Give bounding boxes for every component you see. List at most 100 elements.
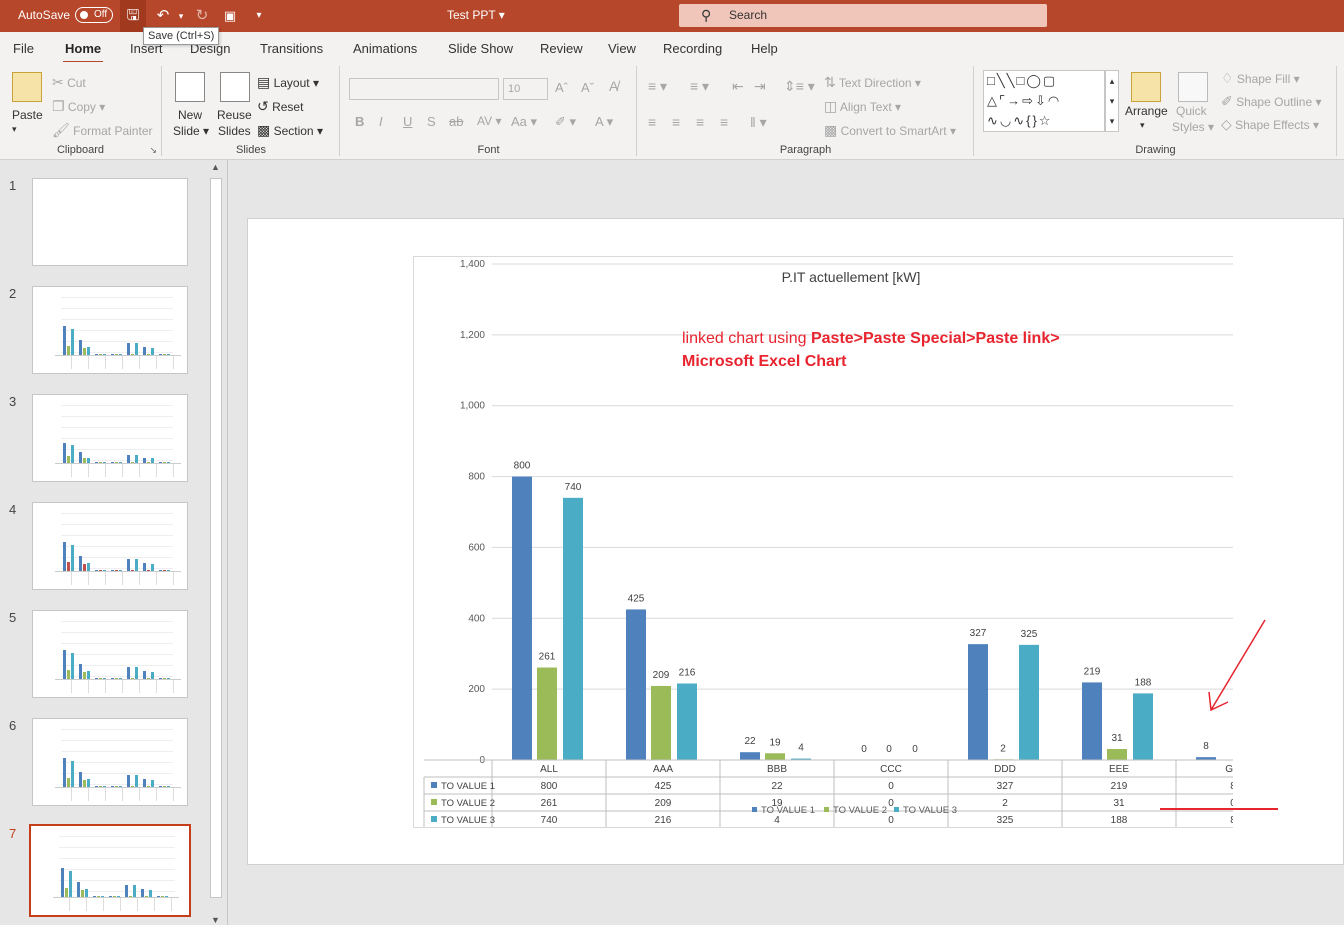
arrange-button[interactable]: Arrange bbox=[1125, 104, 1168, 118]
slide-thumbnail[interactable] bbox=[32, 286, 188, 374]
category-label: GG bbox=[1225, 764, 1233, 775]
numbering-icon[interactable]: ≡ ▾ bbox=[690, 78, 709, 95]
slide-thumbnail[interactable] bbox=[32, 394, 188, 482]
slide-thumbnail[interactable] bbox=[32, 502, 188, 590]
present-icon[interactable]: ▣ bbox=[219, 5, 241, 27]
shapes-gallery-scroll[interactable]: ▴ ▾ ▾ bbox=[1105, 70, 1119, 132]
shapes-gallery[interactable]: □╲╲□◯▢ △⌜→⇨⇩◠ ∿◡∿{}☆ bbox=[983, 70, 1105, 132]
justify-icon[interactable]: ≡ bbox=[720, 114, 728, 130]
section-button[interactable]: ▩ Section ▾ bbox=[257, 122, 323, 139]
paragraph-group: ≡ ▾ ≡ ▾ ⇤ ⇥ ⇕≡ ▾ ≡ ≡ ≡ ≡ ‖ ▾ ⇅ Text Dire… bbox=[638, 66, 974, 156]
decrease-font-icon[interactable]: Aˇ bbox=[581, 80, 594, 95]
bullets-icon[interactable]: ≡ ▾ bbox=[648, 78, 667, 95]
thumbnail-table bbox=[55, 787, 181, 801]
layout-button[interactable]: ▤ Layout ▾ bbox=[257, 74, 319, 91]
bar bbox=[537, 667, 557, 760]
shape-outline-button[interactable]: ✐ Shape Outline ▾ bbox=[1221, 93, 1322, 110]
tab-review[interactable]: Review bbox=[540, 41, 583, 56]
italic-button[interactable]: I bbox=[379, 114, 383, 129]
increase-indent-icon[interactable]: ⇥ bbox=[754, 78, 766, 95]
bold-button[interactable]: B bbox=[355, 114, 364, 129]
thumbnail-table bbox=[55, 463, 181, 477]
tab-file[interactable]: File bbox=[13, 41, 34, 56]
strikethrough-button[interactable]: ab bbox=[449, 114, 463, 129]
copy-button[interactable]: ❐ Copy ▾ bbox=[52, 98, 105, 115]
underline-button[interactable]: U bbox=[403, 114, 412, 129]
shape-effects-button[interactable]: ◇ Shape Effects ▾ bbox=[1221, 116, 1319, 133]
save-tooltip: Save (Ctrl+S) bbox=[143, 27, 220, 45]
search-box[interactable]: ⚲ Search bbox=[679, 4, 1047, 27]
quick-styles-icon[interactable] bbox=[1178, 72, 1208, 102]
text-direction-button[interactable]: ⇅ Text Direction ▾ bbox=[824, 74, 921, 91]
slide-thumbnail[interactable] bbox=[32, 718, 188, 806]
table-legend-key bbox=[431, 782, 437, 788]
columns-icon[interactable]: ‖ ▾ bbox=[750, 114, 767, 131]
font-size-combo[interactable]: 10 bbox=[503, 78, 548, 100]
slide-thumbnail[interactable] bbox=[32, 178, 188, 266]
quick-styles-line1[interactable]: Quick bbox=[1176, 104, 1207, 118]
quick-styles-button[interactable]: Styles ▾ bbox=[1172, 120, 1214, 134]
align-text-button[interactable]: ◫ Align Text ▾ bbox=[824, 98, 901, 115]
bar bbox=[512, 476, 532, 760]
paste-dropdown-icon[interactable]: ▾ bbox=[12, 124, 17, 135]
shape-fill-button[interactable]: ♢ Shape Fill ▾ bbox=[1221, 70, 1300, 87]
autosave-toggle[interactable]: Off bbox=[75, 7, 113, 23]
format-painter-button[interactable]: 🖌 Format Painter bbox=[52, 122, 152, 139]
shadow-button[interactable]: S bbox=[427, 114, 436, 129]
convert-smartart-button[interactable]: ▩ Convert to SmartArt ▾ bbox=[824, 122, 956, 139]
thumbnail-mini-chart bbox=[63, 521, 173, 571]
tab-slide-show[interactable]: Slide Show bbox=[448, 41, 513, 56]
legend-key bbox=[824, 807, 829, 812]
line-spacing-icon[interactable]: ⇕≡ ▾ bbox=[784, 78, 815, 95]
customize-toolbar-icon[interactable]: ▾ bbox=[248, 5, 270, 27]
font-family-combo[interactable] bbox=[349, 78, 499, 100]
new-slide-line1[interactable]: New bbox=[178, 108, 202, 122]
redo-icon[interactable]: ↻ bbox=[191, 5, 213, 27]
tab-animations[interactable]: Animations bbox=[353, 41, 417, 56]
undo-dropdown-icon[interactable]: ▾ bbox=[170, 5, 192, 27]
new-slide-button[interactable]: Slide ▾ bbox=[173, 124, 209, 138]
tab-recording[interactable]: Recording bbox=[663, 41, 722, 56]
paste-icon[interactable] bbox=[12, 72, 42, 102]
arrange-icon[interactable] bbox=[1131, 72, 1161, 102]
document-title[interactable]: Test PPT ▾ bbox=[447, 8, 505, 22]
reuse-slides-line2[interactable]: Slides bbox=[218, 124, 251, 138]
bar-data-label: 327 bbox=[970, 628, 987, 639]
thumbnail-number: 2 bbox=[9, 286, 17, 301]
thumbnail-number: 3 bbox=[9, 394, 17, 409]
align-left-icon[interactable]: ≡ bbox=[648, 114, 656, 130]
highlight-icon[interactable]: ✐ ▾ bbox=[555, 114, 576, 130]
reuse-slides-line1[interactable]: Reuse bbox=[217, 108, 252, 122]
reset-button[interactable]: ↺ Reset bbox=[257, 98, 303, 115]
new-slide-icon[interactable] bbox=[175, 72, 205, 102]
tab-help[interactable]: Help bbox=[751, 41, 778, 56]
arrange-dropdown-icon[interactable]: ▾ bbox=[1140, 120, 1145, 131]
cut-button[interactable]: ✂ Cut bbox=[52, 74, 86, 91]
font-color-icon[interactable]: A ▾ bbox=[595, 114, 613, 130]
scroll-thumb[interactable] bbox=[210, 178, 222, 898]
clear-formatting-icon[interactable]: A̸ bbox=[609, 78, 618, 94]
increase-font-icon[interactable]: Aˆ bbox=[555, 80, 568, 95]
align-right-icon[interactable]: ≡ bbox=[696, 114, 704, 130]
thumbnail-table bbox=[55, 571, 181, 585]
slide-thumbnail[interactable] bbox=[32, 610, 188, 698]
linked-excel-chart[interactable]: 02004006008001,0001,2001,400P.IT actuell… bbox=[413, 256, 1233, 828]
character-spacing-icon[interactable]: AV ▾ bbox=[477, 114, 501, 128]
tab-transitions[interactable]: Transitions bbox=[260, 41, 323, 56]
scroll-down-icon[interactable]: ▼ bbox=[211, 915, 220, 925]
align-center-icon[interactable]: ≡ bbox=[672, 114, 680, 130]
clipboard-launcher-icon[interactable]: ↘ bbox=[149, 145, 157, 156]
paste-button[interactable]: Paste bbox=[12, 108, 43, 122]
change-case-button[interactable]: Aa ▾ bbox=[511, 114, 537, 130]
thumbnail-bar bbox=[71, 652, 74, 679]
slide-thumbnail[interactable] bbox=[29, 824, 191, 917]
decrease-indent-icon[interactable]: ⇤ bbox=[732, 78, 744, 95]
tab-home[interactable]: Home bbox=[62, 41, 104, 64]
tab-view[interactable]: View bbox=[608, 41, 636, 56]
table-cell-value: 4 bbox=[774, 815, 780, 826]
thumbnail-bar bbox=[143, 671, 146, 679]
bar-data-label: 8 bbox=[1203, 741, 1209, 752]
thumbnail-scrollbar[interactable]: ▲ ▼ bbox=[209, 160, 223, 925]
scroll-up-icon[interactable]: ▲ bbox=[211, 162, 220, 172]
reuse-slides-icon[interactable] bbox=[220, 72, 250, 102]
